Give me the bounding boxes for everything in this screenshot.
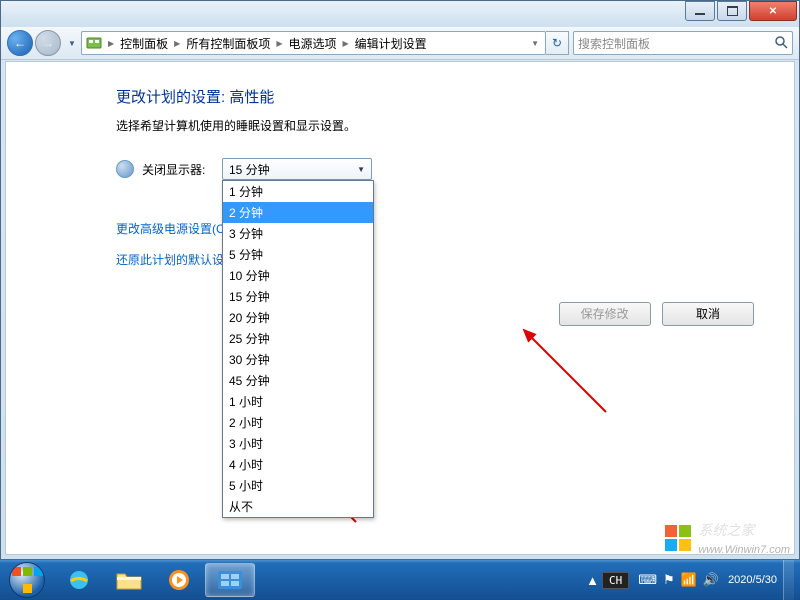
- dropdown-display[interactable]: 15 分钟 ▼: [222, 158, 372, 180]
- system-tray[interactable]: ▲ CH ⌨ ⚑ 📶 🔊 2020/5/30: [583, 560, 800, 600]
- search-input[interactable]: 搜索控制面板: [573, 31, 793, 55]
- nav-history-dropdown[interactable]: ▼: [67, 39, 77, 48]
- display-icon: [116, 160, 134, 178]
- control-panel-icon: [86, 35, 102, 51]
- chevron-right-icon: ▶: [172, 39, 182, 48]
- tray-up-icon[interactable]: ▲: [586, 573, 599, 588]
- breadcrumb-seg[interactable]: 电源选项: [285, 35, 341, 52]
- dropdown-option[interactable]: 从不: [223, 496, 373, 517]
- dropdown-option[interactable]: 25 分钟: [223, 328, 373, 349]
- dropdown-option[interactable]: 1 分钟: [223, 181, 373, 202]
- search-placeholder: 搜索控制面板: [578, 35, 650, 52]
- annotation-arrow: [506, 312, 626, 432]
- action-center-icon[interactable]: ⚑: [663, 572, 675, 588]
- dropdown-option[interactable]: 45 分钟: [223, 370, 373, 391]
- windows-orb-icon: [9, 562, 45, 598]
- dropdown-list[interactable]: 1 分钟2 分钟3 分钟5 分钟10 分钟15 分钟20 分钟25 分钟30 分…: [222, 180, 374, 518]
- dropdown-option[interactable]: 3 分钟: [223, 223, 373, 244]
- chevron-right-icon: ▶: [341, 39, 351, 48]
- control-panel-window: ← → ▼ ▶ 控制面板 ▶ 所有控制面板项 ▶ 电源选项 ▶ 编辑计划设置 ▼…: [0, 0, 800, 560]
- dropdown-value: 15 分钟: [229, 161, 270, 178]
- start-button[interactable]: [0, 560, 54, 600]
- taskbar[interactable]: ▲ CH ⌨ ⚑ 📶 🔊 2020/5/30: [0, 560, 800, 600]
- clock-date: 2020/5/30: [728, 574, 777, 587]
- chevron-down-icon[interactable]: ▼: [529, 39, 541, 48]
- taskbar-ie-icon[interactable]: [55, 564, 103, 596]
- taskbar-control-panel-icon[interactable]: [205, 563, 255, 597]
- links-section: 更改高级电源设置(C) 还原此计划的默认设置(R): [116, 220, 764, 282]
- dropdown-option[interactable]: 15 分钟: [223, 286, 373, 307]
- dropdown-option[interactable]: 5 小时: [223, 475, 373, 496]
- language-indicator[interactable]: CH: [602, 572, 629, 589]
- watermark-logo-icon: [664, 524, 692, 552]
- show-desktop-button[interactable]: [783, 560, 794, 600]
- maximize-button[interactable]: [717, 1, 747, 21]
- page-subtext: 选择希望计算机使用的睡眠设置和显示设置。: [116, 117, 764, 134]
- taskbar-media-player-icon[interactable]: [155, 564, 203, 596]
- chevron-down-icon: ▼: [357, 165, 365, 174]
- dropdown-option[interactable]: 2 分钟: [223, 202, 373, 223]
- display-off-setting-row: 关闭显示器: 15 分钟 ▼ 1 分钟2 分钟3 分钟5 分钟10 分钟15 分…: [116, 158, 764, 180]
- network-icon[interactable]: 📶: [681, 572, 697, 588]
- dropdown-option[interactable]: 10 分钟: [223, 265, 373, 286]
- watermark-text: 系统之家: [698, 522, 754, 538]
- dropdown-option[interactable]: 5 分钟: [223, 244, 373, 265]
- close-button[interactable]: [749, 1, 797, 21]
- taskbar-explorer-icon[interactable]: [105, 564, 153, 596]
- content-area: 更改计划的设置: 高性能 选择希望计算机使用的睡眠设置和显示设置。 关闭显示器:…: [5, 61, 795, 555]
- dropdown-option[interactable]: 4 小时: [223, 454, 373, 475]
- window-titlebar: [1, 1, 799, 27]
- chevron-right-icon: ▶: [274, 39, 284, 48]
- watermark: 系统之家 www.Winwin7.com: [664, 520, 790, 556]
- breadcrumb-seg[interactable]: 控制面板: [116, 35, 172, 52]
- advanced-power-settings-link[interactable]: 更改高级电源设置(C): [116, 220, 229, 237]
- breadcrumb-seg[interactable]: 编辑计划设置: [351, 35, 431, 52]
- nav-row: ← → ▼ ▶ 控制面板 ▶ 所有控制面板项 ▶ 电源选项 ▶ 编辑计划设置 ▼…: [1, 27, 799, 60]
- cancel-button[interactable]: 取消: [662, 302, 754, 326]
- volume-icon[interactable]: 🔊: [703, 572, 719, 588]
- watermark-url: www.Winwin7.com: [698, 544, 790, 556]
- chevron-right-icon: ▶: [106, 39, 116, 48]
- page-title: 更改计划的设置: 高性能: [116, 86, 764, 107]
- display-off-dropdown[interactable]: 15 分钟 ▼ 1 分钟2 分钟3 分钟5 分钟10 分钟15 分钟20 分钟2…: [222, 158, 372, 180]
- refresh-button[interactable]: ↻: [546, 31, 569, 55]
- dropdown-option[interactable]: 3 小时: [223, 433, 373, 454]
- dropdown-option[interactable]: 20 分钟: [223, 307, 373, 328]
- save-button[interactable]: 保存修改: [559, 302, 651, 326]
- clock[interactable]: 2020/5/30: [728, 574, 777, 587]
- breadcrumb-seg[interactable]: 所有控制面板项: [182, 35, 274, 52]
- address-bar[interactable]: ▶ 控制面板 ▶ 所有控制面板项 ▶ 电源选项 ▶ 编辑计划设置 ▼: [81, 31, 546, 55]
- back-button[interactable]: ←: [7, 30, 33, 56]
- minimize-button[interactable]: [685, 1, 715, 21]
- keyboard-icon[interactable]: ⌨: [638, 572, 657, 588]
- button-row: 保存修改 取消: [551, 302, 754, 326]
- forward-button: →: [35, 30, 61, 56]
- display-off-label: 关闭显示器:: [142, 161, 222, 178]
- dropdown-option[interactable]: 2 小时: [223, 412, 373, 433]
- dropdown-option[interactable]: 1 小时: [223, 391, 373, 412]
- search-icon[interactable]: [774, 35, 788, 52]
- dropdown-option[interactable]: 30 分钟: [223, 349, 373, 370]
